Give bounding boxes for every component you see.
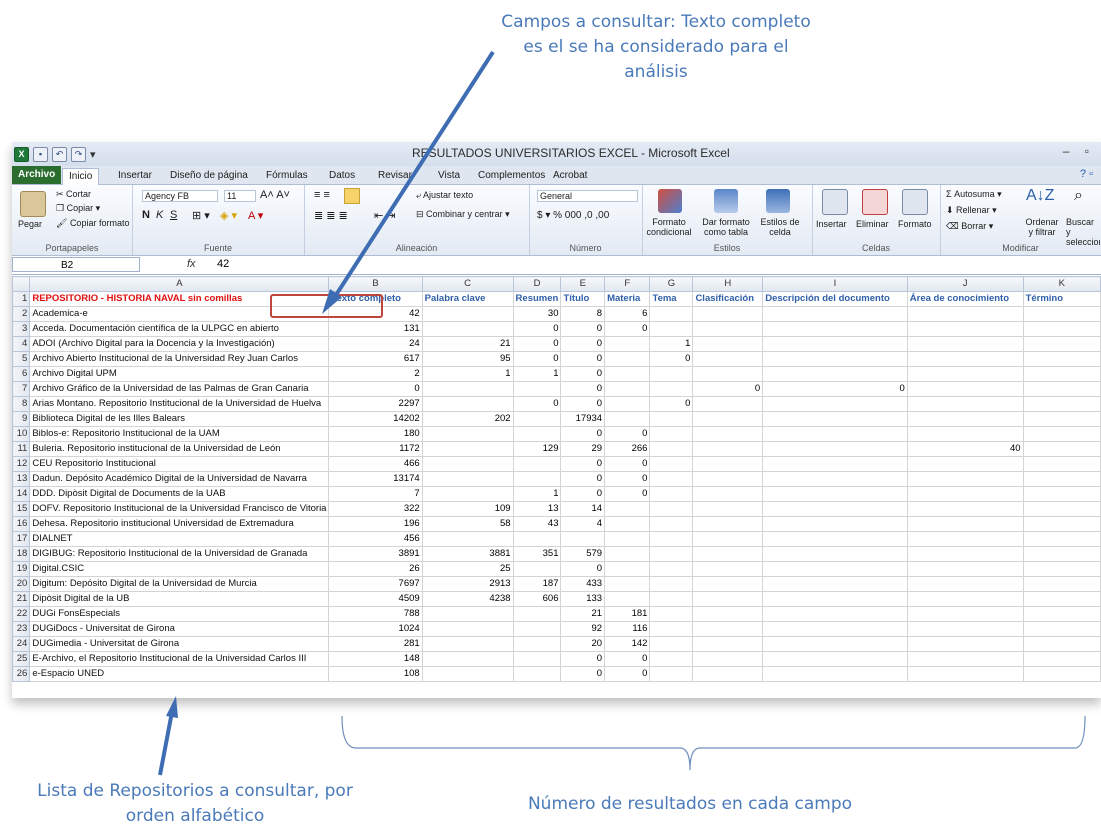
- annotation-overlay: [158, 50, 1086, 776]
- columns-brace: [341, 715, 1086, 771]
- arrow-to-texto-completo: [334, 50, 495, 297]
- annotation-bottom-right: Número de resultados en cada campo: [527, 794, 853, 814]
- annotation-bottom-left: Lista de Repositorios a consultar, por o…: [37, 781, 353, 826]
- arrow-to-repository-list: [158, 711, 174, 776]
- arrow-head-bottom: [166, 696, 178, 718]
